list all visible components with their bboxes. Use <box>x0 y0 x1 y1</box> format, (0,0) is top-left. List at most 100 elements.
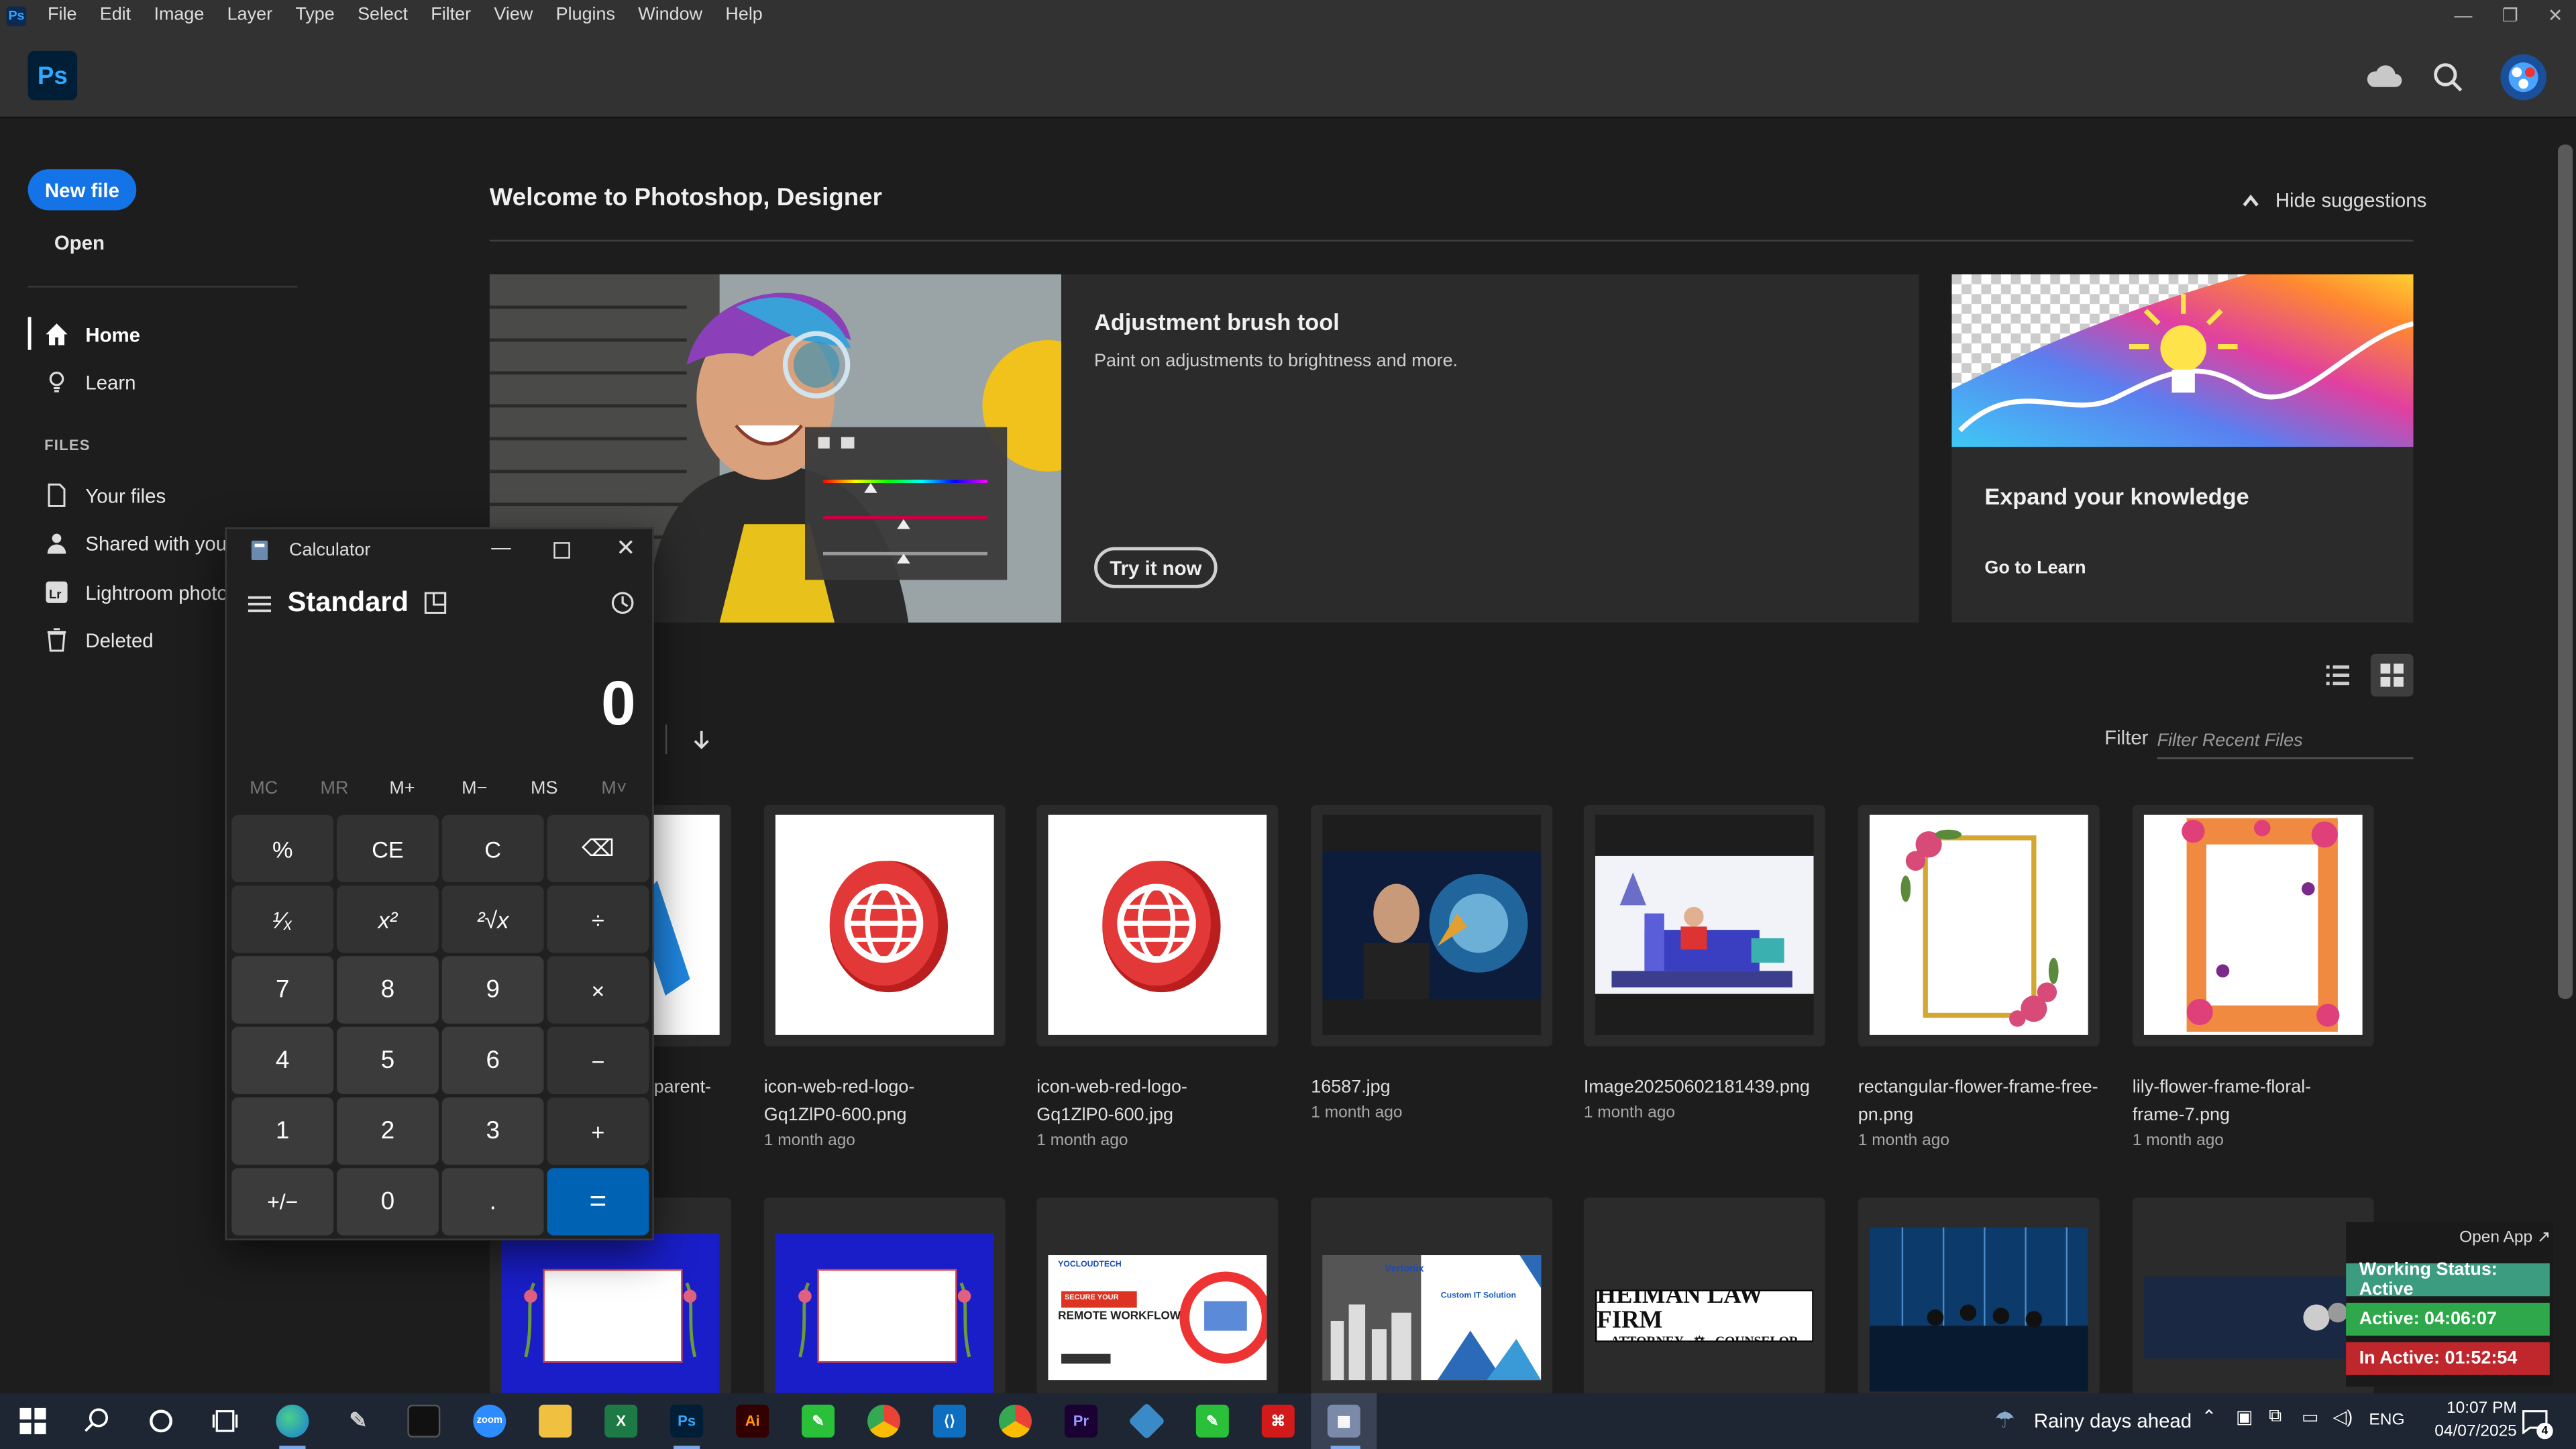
file-card[interactable] <box>2132 1197 2374 1395</box>
photoshop-taskbar-icon[interactable]: Ps <box>670 1404 704 1438</box>
menu-plugins[interactable]: Plugins <box>544 0 627 32</box>
restore-icon[interactable]: ❐ <box>2502 5 2518 26</box>
sidebar-item-shared[interactable]: Shared with you <box>44 531 227 555</box>
calc-close-icon[interactable]: ✕ <box>616 534 635 562</box>
meet-icon[interactable]: ▣ <box>2236 1406 2253 1428</box>
memory-clear-button[interactable]: MC <box>250 779 278 798</box>
square-button[interactable]: x² <box>337 885 439 953</box>
history-icon[interactable] <box>610 590 636 616</box>
file-explorer-icon[interactable] <box>539 1404 572 1438</box>
clock-date[interactable]: 04/07/2025 <box>2423 1423 2517 1441</box>
open-app-link[interactable]: Open App ↗ <box>2459 1229 2551 1247</box>
volume-icon[interactable]: ◁) <box>2333 1406 2353 1428</box>
menu-type[interactable]: Type <box>284 0 346 32</box>
hamburger-menu-icon[interactable] <box>248 595 272 614</box>
weather-text[interactable]: Rainy days ahead <box>2034 1409 2192 1432</box>
new-file-button[interactable]: New file <box>28 169 137 211</box>
green-app-icon[interactable]: ✎ <box>802 1404 835 1438</box>
filter-recent-files-input[interactable] <box>2157 722 2414 759</box>
acrobat-icon[interactable]: ⌘ <box>1261 1404 1295 1438</box>
file-card[interactable] <box>1036 805 1279 1047</box>
search-icon[interactable] <box>2433 62 2463 92</box>
memory-recall-button[interactable]: MR <box>321 779 349 798</box>
menu-view[interactable]: View <box>482 0 544 32</box>
memory-add-button[interactable]: M+ <box>389 779 415 798</box>
file-card[interactable] <box>2132 805 2374 1047</box>
chrome-alt-icon[interactable] <box>998 1404 1032 1438</box>
menu-select[interactable]: Select <box>346 0 419 32</box>
sidebar-item-deleted[interactable]: Deleted <box>44 628 154 653</box>
language-indicator[interactable]: ENG <box>2369 1411 2404 1430</box>
file-card[interactable]: HEIMAN LAW FIRM ATTORNEY ⚖ COUNSELOR <box>1583 1197 1825 1395</box>
digit-4-button[interactable]: 4 <box>231 1026 334 1095</box>
sidebar-item-your-files[interactable]: Your files <box>44 483 166 508</box>
digit-9-button[interactable]: 9 <box>441 956 544 1024</box>
percent-button[interactable]: % <box>231 814 334 883</box>
open-button[interactable]: Open <box>54 231 105 254</box>
multiply-button[interactable]: × <box>547 956 649 1024</box>
add-button[interactable]: + <box>547 1097 649 1165</box>
grid-view-button[interactable] <box>2370 653 2414 697</box>
excel-icon[interactable]: X <box>604 1404 638 1438</box>
file-card[interactable] <box>1583 805 1825 1047</box>
file-card[interactable] <box>763 1197 1006 1399</box>
close-icon[interactable]: ✕ <box>2548 5 2563 26</box>
task-view-icon[interactable] <box>212 1408 238 1434</box>
premiere-icon[interactable]: Pr <box>1064 1404 1097 1438</box>
menu-image[interactable]: Image <box>142 0 215 32</box>
backspace-button[interactable]: ⌫ <box>547 814 649 883</box>
menu-filter[interactable]: Filter <box>419 0 482 32</box>
vscode-icon[interactable]: ⟨⟩ <box>933 1404 967 1438</box>
menu-window[interactable]: Window <box>627 0 714 32</box>
start-icon[interactable] <box>19 1407 46 1434</box>
menu-help[interactable]: Help <box>714 0 774 32</box>
network-icon[interactable]: ▭ <box>2302 1406 2318 1428</box>
subtract-button[interactable]: − <box>547 1026 649 1095</box>
file-card[interactable] <box>1858 805 2100 1047</box>
menu-layer[interactable]: Layer <box>216 0 284 32</box>
digit-1-button[interactable]: 1 <box>231 1097 334 1165</box>
screen-icon[interactable]: ⧉ <box>2269 1406 2282 1428</box>
try-it-now-button[interactable]: Try it now <box>1094 547 1218 588</box>
file-card[interactable] <box>1858 1197 2100 1395</box>
sidebar-item-learn[interactable]: Learn <box>44 370 136 394</box>
digit-0-button[interactable]: 0 <box>337 1168 439 1236</box>
menu-file[interactable]: File <box>36 0 89 32</box>
sort-arrow-down-icon[interactable] <box>693 729 709 749</box>
digit-3-button[interactable]: 3 <box>441 1097 544 1165</box>
illustrator-icon[interactable]: Ai <box>736 1404 769 1438</box>
calculator-taskbar-icon[interactable]: ▦ <box>1327 1404 1360 1438</box>
hide-suggestions-button[interactable]: Hide suggestions <box>2243 189 2426 212</box>
zoom-icon[interactable]: zoom <box>473 1404 506 1438</box>
calc-minimize-icon[interactable]: — <box>491 535 511 558</box>
list-view-icon[interactable] <box>2324 662 2351 688</box>
terminal-icon[interactable] <box>407 1404 441 1438</box>
calc-maximize-icon[interactable] <box>553 542 570 559</box>
tray-chevron-icon[interactable]: ⌃ <box>2202 1406 2217 1428</box>
digit-7-button[interactable]: 7 <box>231 956 334 1024</box>
reciprocal-button[interactable]: ¹⁄ₓ <box>231 885 334 953</box>
digit-8-button[interactable]: 8 <box>337 956 439 1024</box>
divide-button[interactable]: ÷ <box>547 885 649 953</box>
digit-5-button[interactable]: 5 <box>337 1026 439 1095</box>
digit-6-button[interactable]: 6 <box>441 1026 544 1095</box>
cloud-icon[interactable] <box>2366 62 2402 89</box>
pen-icon[interactable]: ✎ <box>341 1405 374 1438</box>
clear-button[interactable]: C <box>441 814 544 883</box>
edge-icon[interactable] <box>276 1404 309 1438</box>
chrome-icon[interactable] <box>867 1404 901 1438</box>
green-app2-icon[interactable]: ✎ <box>1195 1404 1229 1438</box>
file-card[interactable] <box>763 805 1006 1047</box>
go-to-learn-link[interactable]: Go to Learn <box>1984 559 2086 578</box>
decimal-button[interactable]: . <box>441 1168 544 1236</box>
equals-button[interactable]: = <box>547 1168 649 1236</box>
memory-store-button[interactable]: MS <box>531 779 557 798</box>
cortana-icon[interactable] <box>148 1408 174 1434</box>
sidebar-item-lightroom[interactable]: Lr Lightroom photos <box>44 580 237 604</box>
search-taskbar-icon[interactable] <box>84 1408 110 1434</box>
avatar[interactable] <box>2499 52 2548 101</box>
clock-time[interactable]: 10:07 PM <box>2426 1400 2517 1418</box>
memory-subtract-button[interactable]: M− <box>462 779 487 798</box>
file-card[interactable]: Vertonix Custom IT Solution <box>1311 1197 1553 1395</box>
clear-entry-button[interactable]: CE <box>337 814 439 883</box>
